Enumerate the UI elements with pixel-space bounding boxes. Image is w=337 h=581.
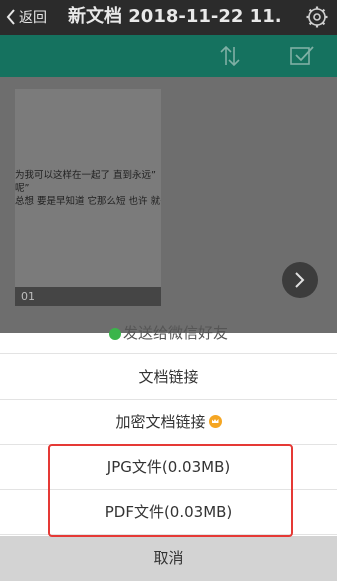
page-title: 新文档 2018-11-22 11... bbox=[68, 6, 280, 27]
share-sheet: 发送给微信好友 文档链接 加密文档链接 JPG文件(0.03MB) PDF文件(… bbox=[0, 324, 337, 581]
jpg-label: JPG文件(0.03MB) bbox=[106, 458, 231, 476]
wechat-icon bbox=[108, 327, 121, 340]
toolbar bbox=[0, 35, 337, 77]
doc-link-label: 文档链接 bbox=[138, 368, 199, 386]
page-number: 01 bbox=[15, 287, 161, 306]
encrypted-link-label: 加密文档链接 bbox=[115, 413, 206, 431]
thumbnail-text: 为我可以这样在一起了 直到永远” 呢” 总想 要是早知道 它那么短 也许 就省着 bbox=[15, 169, 161, 208]
thumbnail-line: 呢” bbox=[15, 183, 30, 194]
document-area: 为我可以这样在一起了 直到永远” 呢” 总想 要是早知道 它那么短 也许 就省着… bbox=[0, 77, 337, 333]
gear-icon[interactable] bbox=[305, 5, 329, 29]
back-button[interactable]: 返回 bbox=[6, 6, 47, 28]
cancel-button[interactable]: 取消 bbox=[0, 536, 337, 581]
cancel-label: 取消 bbox=[153, 549, 184, 567]
pdf-label: PDF文件(0.03MB) bbox=[104, 503, 233, 521]
jpg-file-button[interactable]: JPG文件(0.03MB) bbox=[0, 445, 337, 490]
back-label: 返回 bbox=[19, 10, 47, 26]
pdf-file-button[interactable]: PDF文件(0.03MB) bbox=[0, 490, 337, 535]
thumbnail-line: 总想 要是早知道 它那么短 也许 就省着 bbox=[15, 196, 161, 207]
wechat-label: 发送给微信好友 bbox=[122, 324, 228, 342]
checkmark-icon[interactable] bbox=[289, 44, 315, 68]
nav-bar: 返回 新文档 2018-11-22 11... bbox=[0, 0, 337, 35]
next-arrow-icon bbox=[295, 272, 305, 288]
thumbnail-line: 为我可以这样在一起了 直到永远” bbox=[15, 170, 156, 181]
encrypted-link-button[interactable]: 加密文档链接 bbox=[0, 400, 337, 445]
back-chevron-icon bbox=[6, 9, 15, 25]
sort-icon[interactable] bbox=[217, 44, 243, 68]
next-button[interactable] bbox=[282, 262, 318, 298]
vip-crown-icon bbox=[208, 415, 222, 428]
page-thumbnail[interactable]: 为我可以这样在一起了 直到永远” 呢” 总想 要是早知道 它那么短 也许 就省着… bbox=[15, 89, 161, 306]
send-to-wechat-button[interactable]: 发送给微信好友 bbox=[0, 313, 337, 354]
doc-link-button[interactable]: 文档链接 bbox=[0, 355, 337, 400]
screen: 返回 新文档 2018-11-22 11... 为我可以这样在一起了 直到永远”… bbox=[0, 0, 337, 581]
